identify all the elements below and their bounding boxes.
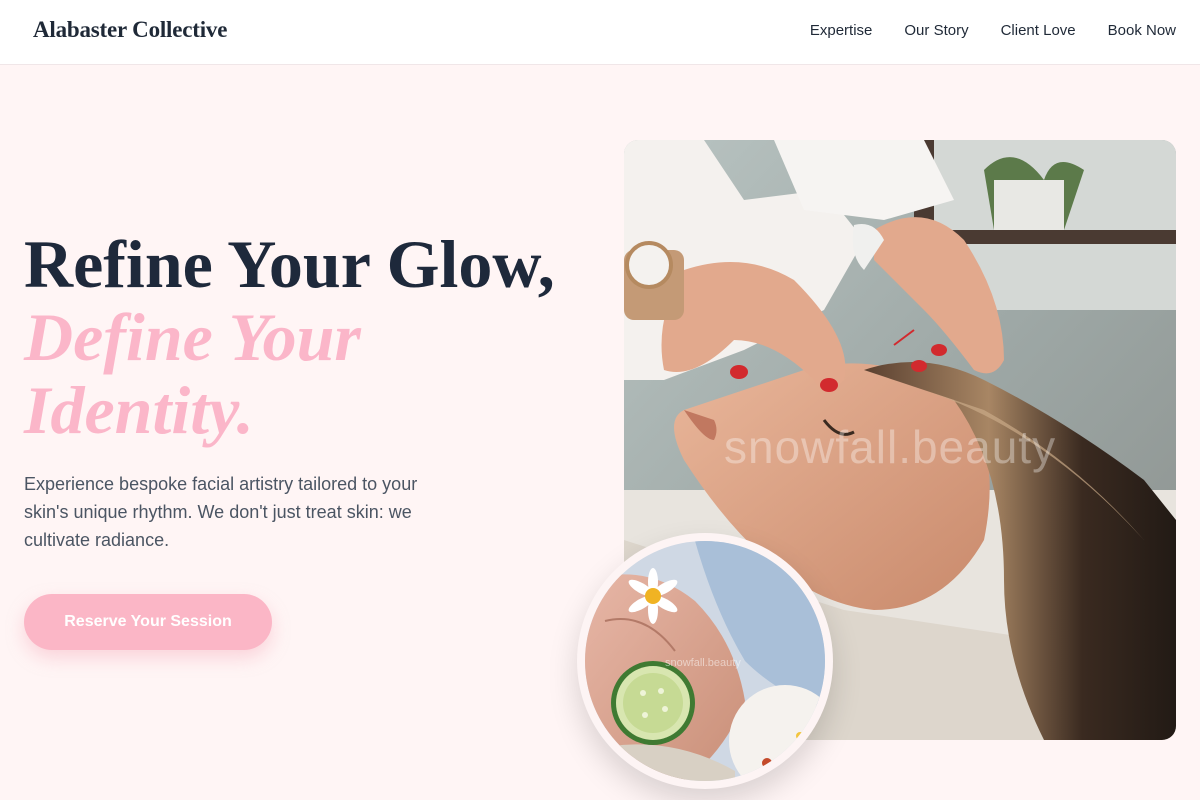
hero-headline-accent: Define Your Identity. — [24, 299, 361, 448]
inset-spa-photo: snowfall.beauty — [585, 541, 825, 781]
nav-client-love[interactable]: Client Love — [1001, 22, 1076, 39]
site-header: Alabaster Collective Expertise Our Story… — [0, 0, 1200, 65]
hero-headline: Refine Your Glow, Define Your Identity. — [24, 228, 604, 447]
nav-book-now[interactable]: Book Now — [1108, 22, 1176, 39]
nav-our-story[interactable]: Our Story — [904, 22, 968, 39]
inset-photo-frame: snowfall.beauty — [577, 533, 833, 789]
brand-logo[interactable]: Alabaster Collective — [33, 17, 227, 43]
inset-photo-watermark: snowfall.beauty — [665, 657, 741, 669]
photo-watermark: snowfall.beauty — [724, 421, 1057, 473]
hero-lead-text: Experience bespoke facial artistry tailo… — [24, 474, 418, 550]
reserve-session-button[interactable]: Reserve Your Session — [24, 594, 272, 650]
nav-expertise[interactable]: Expertise — [810, 22, 873, 39]
main-nav: Expertise Our Story Client Love Book Now — [810, 22, 1176, 39]
hero-headline-line1: Refine Your Glow, — [24, 226, 555, 302]
